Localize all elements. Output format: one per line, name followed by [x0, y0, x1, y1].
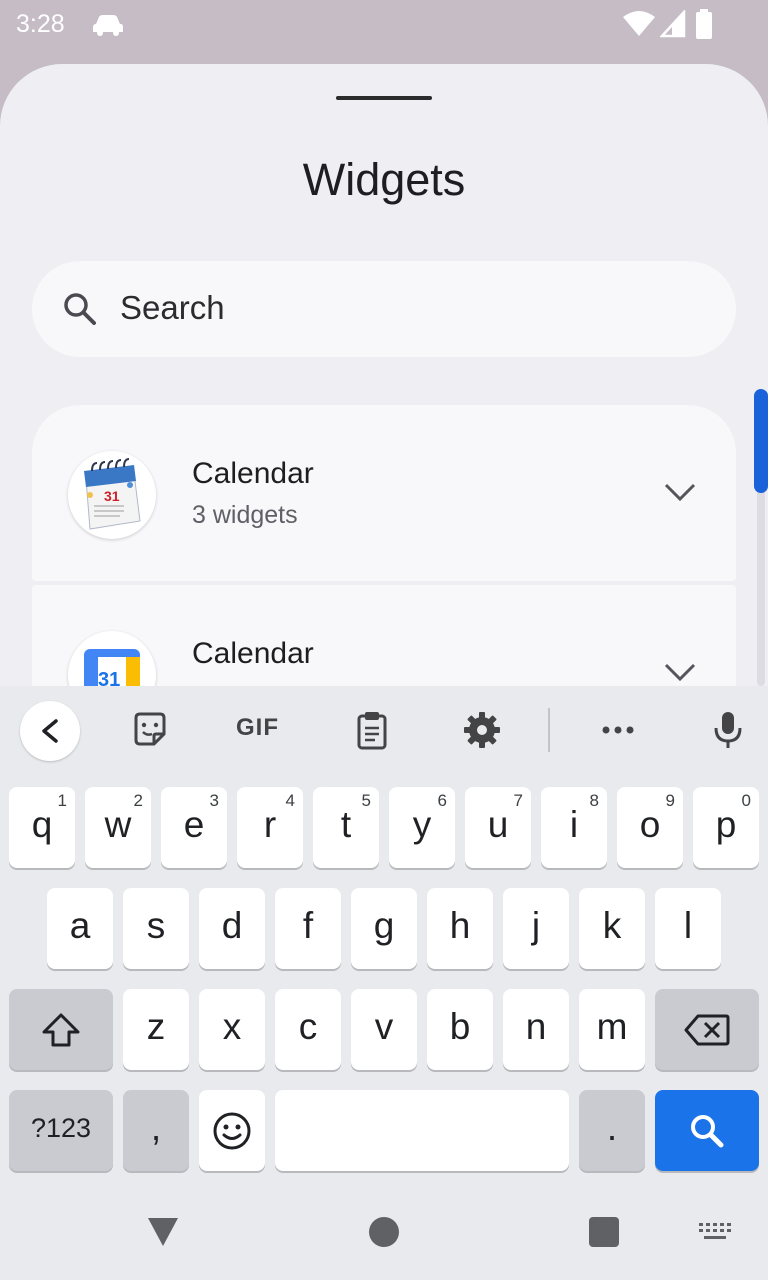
- key-x[interactable]: x: [199, 989, 265, 1070]
- search-icon: [691, 1114, 724, 1147]
- symbols-key[interactable]: ?123: [9, 1090, 113, 1171]
- app-name: Calendar: [192, 637, 314, 670]
- chevron-down-icon[interactable]: [660, 477, 700, 507]
- navigation-bar: [0, 1190, 768, 1280]
- key-o[interactable]: o9: [617, 787, 683, 868]
- key-m[interactable]: m: [579, 989, 645, 1070]
- period-key[interactable]: .: [579, 1090, 645, 1171]
- list-item-calendar[interactable]: 31 Calendar 3 widgets: [32, 405, 736, 581]
- key-q[interactable]: q1: [9, 787, 75, 868]
- desk-calendar-icon: 31: [68, 451, 156, 539]
- key-e[interactable]: e3: [161, 787, 227, 868]
- emoji-key[interactable]: [199, 1090, 265, 1171]
- wifi-icon: [623, 11, 655, 36]
- key-y[interactable]: y6: [389, 787, 455, 868]
- status-bar: 3:28: [0, 0, 768, 50]
- gif-button[interactable]: GIF: [236, 714, 279, 742]
- nav-recents-icon[interactable]: [589, 1217, 619, 1247]
- key-p[interactable]: p0: [693, 787, 759, 868]
- search-placeholder: Search: [120, 289, 225, 326]
- more-icon[interactable]: [598, 710, 638, 750]
- settings-icon[interactable]: [462, 710, 502, 750]
- back-chevron-icon: [42, 719, 58, 743]
- scrollbar[interactable]: [754, 389, 768, 686]
- key-s[interactable]: s: [123, 888, 189, 969]
- backspace-key[interactable]: [655, 989, 759, 1070]
- key-b[interactable]: b: [427, 989, 493, 1070]
- cell-signal-icon: [660, 10, 686, 38]
- key-w[interactable]: w2: [85, 787, 151, 868]
- key-u[interactable]: u7: [465, 787, 531, 868]
- widget-count: 3 widgets: [192, 501, 298, 529]
- key-r[interactable]: r4: [237, 787, 303, 868]
- microphone-icon[interactable]: [708, 710, 748, 750]
- battery-icon: [696, 9, 712, 39]
- space-key[interactable]: [275, 1090, 569, 1171]
- search-input[interactable]: Search: [32, 261, 736, 357]
- toolbar-divider: [548, 708, 550, 752]
- back-chevron-button[interactable]: [20, 701, 80, 761]
- status-time: 3:28: [16, 10, 65, 38]
- key-f[interactable]: f: [275, 888, 341, 969]
- key-n[interactable]: n: [503, 989, 569, 1070]
- nav-home-icon[interactable]: [369, 1217, 399, 1247]
- sticker-icon[interactable]: [130, 710, 170, 750]
- key-d[interactable]: d: [199, 888, 265, 969]
- backspace-icon: [684, 1014, 730, 1045]
- key-z[interactable]: z: [123, 989, 189, 1070]
- chevron-down-icon[interactable]: [660, 657, 700, 687]
- scrollbar-thumb[interactable]: [754, 389, 768, 493]
- key-v[interactable]: v: [351, 989, 417, 1070]
- svg-text:31: 31: [104, 488, 120, 504]
- keyboard-switch-icon[interactable]: [698, 1222, 732, 1242]
- comma-key[interactable]: ,: [123, 1090, 189, 1171]
- page-title: Widgets: [302, 154, 466, 205]
- car-icon: [93, 15, 123, 36]
- key-a[interactable]: a: [47, 888, 113, 969]
- shift-key[interactable]: [9, 989, 113, 1070]
- app-name: Calendar: [192, 457, 314, 490]
- key-k[interactable]: k: [579, 888, 645, 969]
- drag-handle[interactable]: [336, 96, 432, 100]
- keyboard-toolbar: GIF: [0, 686, 768, 774]
- key-j[interactable]: j: [503, 888, 569, 969]
- nav-back-icon[interactable]: [146, 1216, 180, 1248]
- search-icon: [64, 293, 96, 325]
- shift-icon: [42, 1013, 80, 1046]
- emoji-icon: [213, 1112, 251, 1149]
- key-l[interactable]: l: [655, 888, 721, 969]
- clipboard-icon[interactable]: [352, 710, 392, 750]
- key-g[interactable]: g: [351, 888, 417, 969]
- key-h[interactable]: h: [427, 888, 493, 969]
- search-action-key[interactable]: [655, 1090, 759, 1171]
- key-c[interactable]: c: [275, 989, 341, 1070]
- key-i[interactable]: i8: [541, 787, 607, 868]
- key-t[interactable]: t5: [313, 787, 379, 868]
